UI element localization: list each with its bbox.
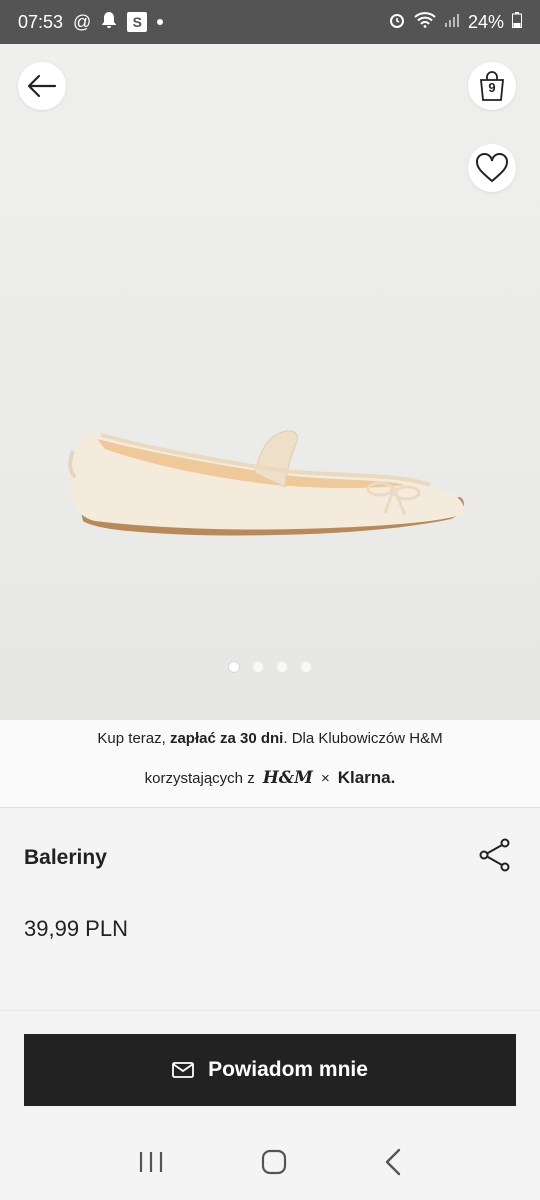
system-navigation-bar [0, 1128, 540, 1200]
image-pagination[interactable] [0, 662, 540, 672]
favorite-button[interactable] [468, 144, 516, 192]
home-button[interactable] [261, 1149, 287, 1180]
shopping-bag-button[interactable]: 9 [468, 62, 516, 110]
share-button[interactable] [478, 838, 512, 872]
klarna-promo: Kup teraz, zapłać za 30 dni. Dla Klubowi… [0, 720, 540, 808]
hm-logo: H&M [262, 768, 313, 788]
signal-icon [444, 12, 460, 33]
mail-icon [172, 1062, 194, 1078]
battery-level: 24% [467, 11, 504, 32]
pagination-dot[interactable] [253, 662, 263, 672]
threads-icon: @ [73, 11, 92, 32]
product-info: Baleriny 39,99 PLN [0, 808, 540, 1008]
cta-area: Powiadom mnie [0, 1010, 540, 1128]
system-back-button[interactable] [384, 1148, 402, 1181]
bag-count-badge: 9 [488, 80, 496, 95]
pagination-dot[interactable] [277, 662, 287, 672]
product-price: 39,99 PLN [24, 916, 128, 941]
notify-me-label: Powiadom mnie [208, 1058, 368, 1081]
klarna-text-bold: zapłać za 30 dni [169, 730, 284, 747]
battery-icon [512, 11, 522, 33]
status-time: 07:53 [18, 11, 64, 32]
wifi-icon [414, 11, 436, 33]
back-arrow-icon [27, 74, 57, 98]
klarna-promo-line2: korzystających z H&M × Klarna. [0, 768, 540, 788]
product-photo [68, 430, 464, 536]
klarna-logo: Klarna. [337, 768, 396, 787]
notification-bell-icon [101, 11, 117, 34]
heart-icon [476, 153, 508, 183]
back-icon [385, 1148, 400, 1175]
back-button[interactable] [18, 62, 66, 110]
more-notifications-icon [157, 19, 164, 25]
klarna-text-line2: korzystających z [144, 769, 255, 787]
notify-me-button[interactable]: Powiadom mnie [24, 1034, 516, 1106]
product-image-gallery[interactable]: 9 [0, 44, 540, 720]
klarna-text-suffix: . Dla Klubowiczów H&M [283, 730, 443, 747]
pagination-dot[interactable] [229, 662, 239, 672]
home-icon [261, 1149, 287, 1174]
alarm-icon [388, 11, 406, 34]
product-name: Baleriny [24, 846, 107, 869]
recent-apps-icon [140, 1151, 163, 1172]
klarna-text-prefix: Kup teraz, [97, 730, 170, 747]
s-app-icon: S [127, 12, 148, 32]
share-icon [479, 838, 510, 872]
klarna-promo-line1: Kup teraz, zapłać za 30 dni. Dla Klubowi… [0, 730, 540, 747]
pagination-dot[interactable] [301, 662, 311, 672]
recent-apps-button[interactable] [138, 1150, 164, 1179]
times-sign: × [320, 769, 330, 787]
status-bar: 07:53 @ S 24% [0, 0, 540, 44]
